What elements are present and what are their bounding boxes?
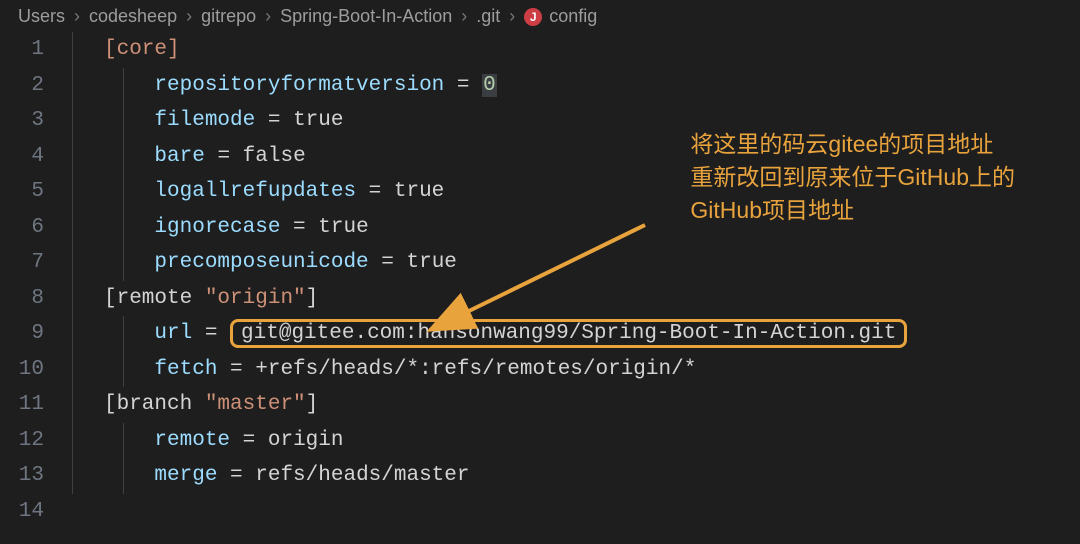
chevron-right-icon: ›: [265, 6, 271, 27]
line-number: 2: [0, 68, 44, 104]
line-number: 12: [0, 423, 44, 459]
annotation-line: 将这里的码云gitee的项目地址: [690, 128, 1015, 161]
line-number: 3: [0, 103, 44, 139]
line-number: 8: [0, 281, 44, 317]
code-editor[interactable]: 1 2 3 4 5 6 7 8 9 10 11 12 13 14 [core] …: [0, 32, 1080, 529]
breadcrumb-item[interactable]: Users: [18, 6, 65, 27]
line-number: 9: [0, 316, 44, 352]
code-line: repositoryformatversion = 0: [72, 68, 1080, 104]
chevron-right-icon: ›: [461, 6, 467, 27]
code-line: fetch = +refs/heads/*:refs/remotes/origi…: [72, 352, 1080, 388]
breadcrumb: Users › codesheep › gitrepo › Spring-Boo…: [0, 0, 1080, 32]
breadcrumb-item[interactable]: Spring-Boot-In-Action: [280, 6, 452, 27]
line-number: 4: [0, 139, 44, 175]
line-number: 5: [0, 174, 44, 210]
breadcrumb-item[interactable]: .git: [476, 6, 500, 27]
breadcrumb-item[interactable]: config: [549, 6, 597, 27]
code-content[interactable]: [core] repositoryformatversion = 0 filem…: [72, 32, 1080, 529]
line-number: 14: [0, 494, 44, 530]
chevron-right-icon: ›: [509, 6, 515, 27]
line-number: 1: [0, 32, 44, 68]
code-line: remote = origin: [72, 423, 1080, 459]
highlighted-url: git@gitee.com:hansonwang99/Spring-Boot-I…: [230, 319, 907, 348]
line-number-gutter: 1 2 3 4 5 6 7 8 9 10 11 12 13 14: [0, 32, 72, 529]
line-number: 11: [0, 387, 44, 423]
file-type-icon: J: [524, 8, 542, 26]
breadcrumb-item[interactable]: gitrepo: [201, 6, 256, 27]
code-line: [core]: [72, 32, 1080, 68]
annotation-line: 重新改回到原来位于GitHub上的: [690, 161, 1015, 194]
code-line: precomposeunicode = true: [72, 245, 1080, 281]
code-line: url = git@gitee.com:hansonwang99/Spring-…: [72, 316, 1080, 352]
code-line: merge = refs/heads/master: [72, 458, 1080, 494]
annotation-line: GitHub项目地址: [690, 194, 1015, 227]
breadcrumb-item[interactable]: codesheep: [89, 6, 177, 27]
code-line: [branch "master"]: [72, 387, 1080, 423]
annotation-callout: 将这里的码云gitee的项目地址 重新改回到原来位于GitHub上的 GitHu…: [690, 128, 1015, 227]
line-number: 6: [0, 210, 44, 246]
chevron-right-icon: ›: [186, 6, 192, 27]
chevron-right-icon: ›: [74, 6, 80, 27]
line-number: 7: [0, 245, 44, 281]
line-number: 10: [0, 352, 44, 388]
code-line: [remote "origin"]: [72, 281, 1080, 317]
line-number: 13: [0, 458, 44, 494]
